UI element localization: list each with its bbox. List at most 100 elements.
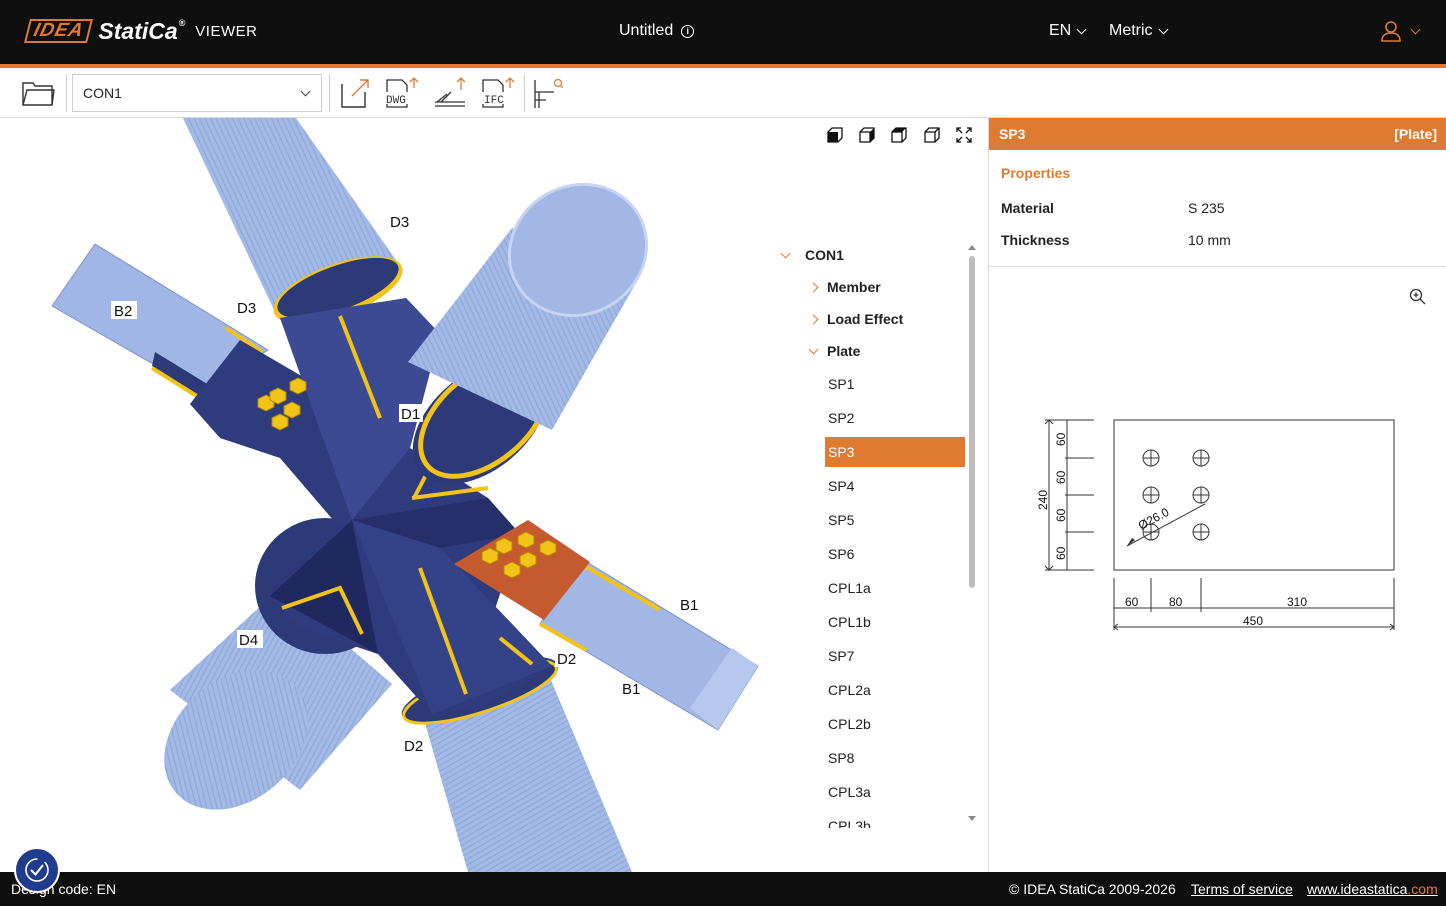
view-right-icon [859, 127, 875, 143]
fullscreen-icon [956, 127, 972, 143]
tree-plate-item[interactable]: CPL2b [825, 709, 965, 739]
user-menu-button[interactable] [1380, 20, 1421, 42]
scroll-down-icon[interactable] [966, 814, 978, 824]
hole-diameter-label: Ø26.0 [1136, 505, 1172, 533]
document-title-text: Untitled [619, 22, 674, 39]
selected-item-name: SP3 [999, 126, 1026, 142]
height-seg-3-label: 60 [1054, 508, 1068, 522]
tree-plate-item[interactable]: SP4 [825, 471, 965, 501]
open-folder-button[interactable] [19, 75, 57, 111]
label-d2-right: D2 [557, 651, 576, 668]
scrollbar-thumb[interactable] [969, 256, 975, 588]
tree-plate-item[interactable]: CPL1a [825, 573, 965, 603]
view-top-button[interactable] [890, 126, 910, 144]
toolbar-separator [524, 74, 525, 112]
width-seg-2-label: 80 [1169, 595, 1183, 609]
plate-drawing: Ø26.0 240 60 60 60 60 60 80 310 450 [1036, 419, 1395, 631]
language-value: EN [1049, 22, 1072, 39]
ifc-export-icon: IFC [482, 77, 515, 108]
open-folder-icon [22, 82, 55, 106]
tree-plate-item[interactable]: SP5 [825, 505, 965, 535]
label-d4: D4 [239, 632, 258, 649]
selected-item-type: [Plate] [1394, 126, 1437, 142]
tree-node-con1[interactable]: CON1 [780, 240, 844, 270]
toolbar-separator [66, 74, 67, 112]
width-seg-3-label: 310 [1287, 595, 1307, 609]
view-front-icon [827, 127, 843, 143]
app-footer: Design code: EN © IDEA StatiCa 2009-2026… [0, 872, 1446, 906]
tree-plate-label: SP3 [828, 444, 855, 460]
dwg-label: DWG [386, 95, 406, 107]
connection-select[interactable]: CON1 [72, 74, 322, 112]
copyright-text: © IDEA StatiCa 2009-2026 [1009, 881, 1176, 897]
label-d3-mid: D3 [237, 300, 256, 317]
tree-node-label: Member [827, 279, 881, 295]
export-icon [341, 79, 369, 108]
height-total-label: 240 [1036, 490, 1050, 510]
label-b2: B2 [114, 303, 132, 320]
tree-plate-label: CPL1a [828, 580, 871, 596]
logo: IDEA StatiCa® VIEWER [24, 18, 258, 44]
tree-plate-item[interactable]: SP2 [825, 403, 965, 433]
logo-suffix: VIEWER [195, 22, 258, 40]
tree-node-label: Plate [827, 343, 861, 359]
chevron-down-icon [808, 344, 819, 354]
tree-node-load-effect[interactable]: Load Effect [808, 304, 903, 334]
width-seg-1-label: 60 [1125, 595, 1139, 609]
tree-plate-label: SP1 [828, 376, 855, 392]
fullscreen-button[interactable] [955, 126, 975, 144]
tree-plate-item[interactable]: CPL1b [825, 607, 965, 637]
tree-plate-label: CPL2a [828, 682, 871, 698]
scroll-up-icon[interactable] [966, 242, 978, 252]
chevron-down-icon [300, 86, 311, 96]
tree-plate-item[interactable]: SP1 [825, 369, 965, 399]
tree-plate-item[interactable]: CPL3b [825, 811, 965, 828]
tree-node-member[interactable]: Member [808, 272, 881, 302]
member-d1-tube[interactable] [389, 160, 670, 509]
export-button[interactable] [336, 75, 374, 111]
chevron-down-icon [1158, 24, 1169, 34]
tree-plate-item[interactable]: SP6 [825, 539, 965, 569]
view-iso-button[interactable] [923, 126, 943, 144]
tree-plate-label: CPL3a [828, 784, 871, 800]
tree-node-label: CON1 [805, 247, 844, 263]
properties-heading: Properties [1001, 165, 1071, 181]
vertical-dimensions [1044, 419, 1094, 571]
tree-scrollbar[interactable] [966, 240, 978, 828]
toolbar: CON1 DWG IFC [0, 68, 1446, 118]
plate-search-button[interactable] [529, 75, 567, 111]
view-right-button[interactable] [858, 126, 878, 144]
check-status-button[interactable] [14, 847, 60, 893]
units-value: Metric [1109, 22, 1153, 39]
check-badge-icon [25, 858, 49, 882]
label-b1-lower: B1 [622, 681, 640, 698]
view-front-button[interactable] [826, 126, 846, 144]
website-link[interactable]: www.ideastatica.com [1307, 881, 1438, 897]
tree-plate-item[interactable]: SP3 [825, 437, 965, 467]
tree-plate-item[interactable]: CPL2a [825, 675, 965, 705]
connection-select-value: CON1 [83, 85, 122, 101]
tree-plate-item[interactable]: SP8 [825, 743, 965, 773]
tree-plate-item[interactable]: SP7 [825, 641, 965, 671]
tree-plate-label: SP6 [828, 546, 855, 562]
dwg-export-button[interactable]: DWG [382, 75, 420, 111]
terms-of-service-link[interactable]: Terms of service [1191, 881, 1293, 897]
tree-plate-item[interactable]: CPL3a [825, 777, 965, 807]
website-link-host: www.ideastatica [1307, 881, 1408, 897]
app-header: IDEA StatiCa® VIEWER Untitled i EN Metri… [0, 0, 1446, 64]
weld-export-icon [435, 77, 466, 107]
chevron-down-icon [780, 248, 791, 258]
height-seg-1-label: 60 [1054, 432, 1068, 446]
weld-export-button[interactable] [431, 75, 469, 111]
thickness-value: 10 mm [1188, 232, 1231, 248]
units-dropdown[interactable]: Metric [1109, 22, 1169, 40]
ifc-export-button[interactable]: IFC [478, 75, 516, 111]
tree-node-plate[interactable]: Plate [808, 336, 861, 366]
language-dropdown[interactable]: EN [1049, 22, 1087, 40]
info-icon[interactable]: i [681, 24, 695, 38]
properties-panel: SP3 [Plate] Properties Material S 235 Th… [988, 118, 1446, 872]
tree-plate-label: CPL3b [828, 818, 871, 828]
view-top-icon [891, 127, 907, 143]
height-seg-2-label: 60 [1054, 470, 1068, 484]
height-seg-4-label: 60 [1054, 546, 1068, 560]
